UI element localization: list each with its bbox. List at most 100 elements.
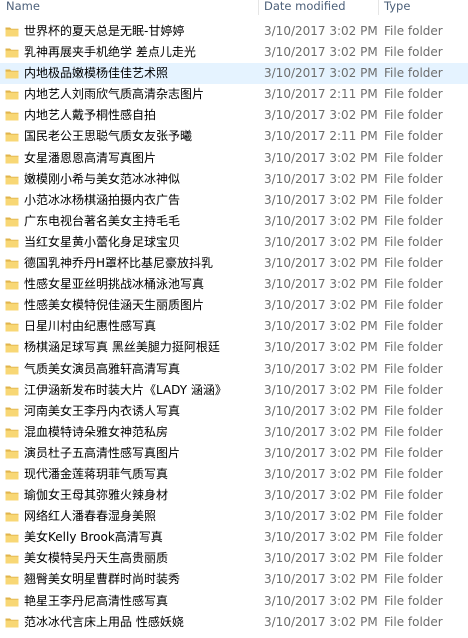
list-item[interactable]: 世界杯的夏天总是无眠-甘婷婷 3/10/2017 3:02 PM File fold… [0, 21, 468, 42]
list-item[interactable]: 日星川村由纪惠性感写真 3/10/2017 3:02 PM File folder [0, 316, 468, 337]
column-header-name[interactable]: Name [6, 0, 40, 15]
folder-icon [5, 554, 19, 564]
list-item[interactable]: 艳星王李丹尼高清性感写真 3/10/2017 3:02 PM File folder [0, 591, 468, 612]
item-date-modified: 3/10/2017 3:02 PM [264, 24, 378, 38]
item-date-modified: 3/10/2017 3:02 PM [264, 551, 378, 566]
list-item[interactable]: 江伊涵新发布时装大片《LADY 涵涵》 3/10/2017 3:02 PM File… [0, 380, 468, 401]
list-item[interactable]: 性感女星亚丝明挑战冰桶泳池写真 3/10/2017 3:02 PM File fol… [0, 274, 468, 295]
item-type: File folder [384, 319, 443, 334]
item-type: File folder [384, 530, 443, 545]
item-type: File folder [384, 614, 443, 629]
list-item[interactable]: 当红女星黄小蕾化身足球宝贝 3/10/2017 3:02 PM File folde… [0, 232, 468, 253]
list-item[interactable]: 内地艺人戴予桐性感自拍 3/10/2017 3:02 PM File folder [0, 105, 468, 126]
item-name: 小范冰冰杨棋涵拍摄内衣广告 [24, 192, 181, 207]
item-date-modified: 3/10/2017 2:11 PM [264, 87, 378, 102]
item-name: 气质美女演员高雅轩高清写真 [24, 361, 181, 376]
item-date-modified: 3/10/2017 3:02 PM [264, 298, 378, 313]
item-name: 翘臀美女明星曹群时尚时装秀 [24, 572, 181, 587]
list-item[interactable]: 现代潘金莲蒋玥菲气质写真 3/10/2017 3:02 PM File folder [0, 464, 468, 485]
item-date-modified: 3/10/2017 3:02 PM [264, 361, 378, 376]
item-date-modified: 3/10/2017 3:02 PM [264, 66, 378, 81]
list-item[interactable]: 国民老公王思聪气质女友张予曦 3/10/2017 2:11 PM File fold… [0, 126, 468, 147]
column-divider[interactable] [258, 0, 259, 15]
list-item[interactable]: 演员杜子五高清性感写真图片 3/10/2017 3:02 PM File folde… [0, 443, 468, 464]
item-name: 乳神再展夹手机绝学 差点儿走光 [24, 45, 196, 60]
folder-icon [5, 196, 19, 206]
item-name: 混血模特诗朵雅女神范私房 [24, 424, 169, 439]
item-name: 国民老公王思聪气质女友张予曦 [24, 129, 193, 144]
item-name: 内地艺人戴予桐性感自拍 [24, 108, 157, 123]
item-name: 美女模特吴丹天生高贵丽质 [24, 551, 169, 566]
folder-icon [5, 386, 19, 396]
item-type: File folder [384, 593, 443, 608]
item-name: 世界杯的夏天总是无眠-甘婷婷 [24, 24, 185, 38]
column-header-date-modified[interactable]: Date modified [264, 0, 346, 15]
folder-icon [5, 365, 19, 374]
list-item[interactable]: 广东电视台著名美女主持毛毛 3/10/2017 3:02 PM File folde… [0, 211, 468, 232]
item-date-modified: 3/10/2017 3:02 PM [264, 171, 378, 186]
list-item[interactable]: 网络红人潘春春湿身美照 3/10/2017 3:02 PM File folder [0, 506, 468, 527]
folder-icon [5, 132, 19, 142]
item-name: 美女Kelly Brook高清写真 [24, 530, 163, 545]
item-name: 性感女星亚丝明挑战冰桶泳池写真 [24, 277, 205, 292]
item-type: File folder [384, 466, 443, 481]
list-item[interactable]: 内地极品嫩模杨佳佳艺术照 3/10/2017 3:02 PM File folder [0, 63, 468, 85]
item-name: 广东电视台著名美女主持毛毛 [24, 213, 181, 228]
list-item[interactable]: 美女Kelly Brook高清写真 3/10/2017 3:02 PM File f… [0, 527, 468, 548]
item-type: File folder [384, 382, 443, 397]
list-item[interactable]: 翘臀美女明星曹群时尚时装秀 3/10/2017 3:02 PM File folde… [0, 569, 468, 590]
item-type: File folder [384, 445, 443, 460]
item-date-modified: 3/10/2017 3:02 PM [264, 488, 378, 503]
list-item[interactable]: 气质美女演员高雅轩高清写真 3/10/2017 3:02 PM File folde… [0, 359, 468, 380]
item-name: 河南美女王李丹内衣诱人写真 [24, 403, 181, 418]
item-name: 性感美女模特倪佳涵天生丽质图片 [24, 298, 205, 313]
item-date-modified: 3/10/2017 3:02 PM [264, 45, 378, 60]
list-item[interactable]: 美女模特吴丹天生高贵丽质 3/10/2017 3:02 PM File folder [0, 548, 468, 569]
item-date-modified: 3/10/2017 3:02 PM [264, 277, 378, 292]
item-date-modified: 3/10/2017 3:02 PM [264, 445, 378, 460]
item-name: 女星潘恩恩高清写真图片 [24, 150, 157, 165]
item-type: File folder [384, 234, 443, 249]
item-name: 江伊涵新发布时装大片《LADY 涵涵》 [24, 382, 227, 397]
item-type: File folder [384, 572, 443, 587]
list-item[interactable]: 范冰冰代言床上用品 性感妖娆 3/10/2017 3:02 PM File fold… [0, 612, 468, 633]
list-item[interactable]: 杨棋涵足球写真 黑丝美腿力挺阿根廷 3/10/2017 3:02 PM File f… [0, 337, 468, 358]
list-item[interactable]: 嫩模刚小希与美女范冰冰神似 3/10/2017 3:02 PM File folde… [0, 169, 468, 190]
item-type: File folder [384, 66, 443, 81]
item-date-modified: 3/10/2017 3:02 PM [264, 213, 378, 228]
item-name: 演员杜子五高清性感写真图片 [24, 445, 181, 460]
item-date-modified: 3/10/2017 3:02 PM [264, 614, 378, 629]
list-item[interactable]: 河南美女王李丹内衣诱人写真 3/10/2017 3:02 PM File folde… [0, 401, 468, 422]
folder-icon [5, 491, 19, 501]
folder-icon [5, 154, 19, 164]
item-date-modified: 3/10/2017 3:02 PM [264, 108, 378, 123]
folder-icon [5, 449, 19, 459]
item-date-modified: 3/10/2017 3:02 PM [264, 382, 378, 397]
list-item[interactable]: 德国乳神乔丹H罩杯比基尼豪放抖乳 3/10/2017 3:02 PM File fo… [0, 253, 468, 274]
list-item[interactable]: 乳神再展夹手机绝学 差点儿走光 3/10/2017 3:02 PM File fol… [0, 42, 468, 63]
column-header: Name Date modified Type [0, 0, 468, 15]
list-item[interactable]: 内地艺人刘雨欣气质高清杂志图片 3/10/2017 2:11 PM File fol… [0, 84, 468, 105]
item-date-modified: 3/10/2017 3:02 PM [264, 150, 378, 165]
item-name: 内地艺人刘雨欣气质高清杂志图片 [24, 87, 205, 102]
file-list: 世界杯的夏天总是无眠-甘婷婷 3/10/2017 3:02 PM File fold… [0, 21, 468, 633]
list-item[interactable]: 女星潘恩恩高清写真图片 3/10/2017 3:02 PM File folder [0, 148, 468, 169]
item-date-modified: 3/10/2017 3:02 PM [264, 234, 378, 249]
item-type: File folder [384, 488, 443, 503]
item-name: 当红女星黄小蕾化身足球宝贝 [24, 234, 181, 249]
column-divider[interactable] [378, 0, 379, 15]
list-item[interactable]: 混血模特诗朵雅女神范私房 3/10/2017 3:02 PM File folder [0, 422, 468, 443]
item-type: File folder [384, 129, 443, 144]
folder-icon [5, 322, 19, 332]
item-name: 嫩模刚小希与美女范冰冰神似 [24, 171, 181, 186]
column-header-type[interactable]: Type [384, 0, 410, 15]
item-type: File folder [384, 171, 443, 186]
folder-icon [5, 48, 19, 58]
list-item[interactable]: 瑜伽女王母其弥雅火辣身材 3/10/2017 3:02 PM File folder [0, 485, 468, 506]
item-date-modified: 3/10/2017 3:02 PM [264, 403, 378, 418]
list-item[interactable]: 小范冰冰杨棋涵拍摄内衣广告 3/10/2017 3:02 PM File folde… [0, 190, 468, 211]
item-type: File folder [384, 551, 443, 566]
list-item[interactable]: 性感美女模特倪佳涵天生丽质图片 3/10/2017 3:02 PM File fol… [0, 295, 468, 316]
folder-icon [5, 343, 19, 353]
item-date-modified: 3/10/2017 3:02 PM [264, 572, 378, 587]
